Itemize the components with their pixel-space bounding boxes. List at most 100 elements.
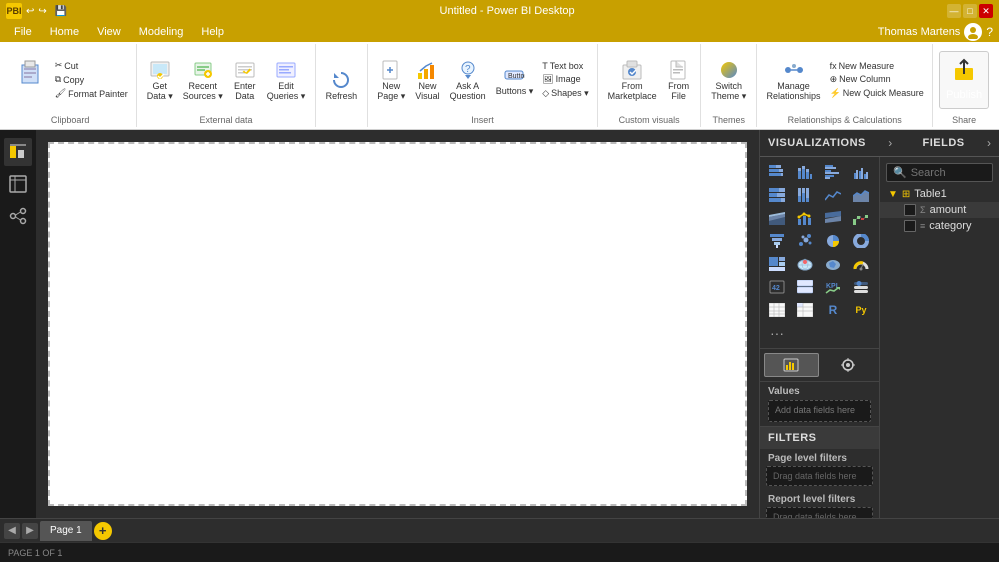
publish-button[interactable]: Publish [939,51,989,109]
viz-line-col[interactable] [792,207,818,229]
themes-label: Themes [712,115,745,125]
viz-stacked-area[interactable] [764,207,790,229]
undo-button[interactable]: ↩ [26,6,34,17]
edit-queries-button[interactable]: EditQueries ▾ [263,56,310,104]
table1-toggle[interactable]: ▼ [888,189,898,200]
viz-format-tab[interactable] [821,353,876,377]
values-drop-zone[interactable]: Add data fields here [768,400,871,422]
help-icon[interactable]: ? [986,25,993,39]
visualizations-panel: 42 KPI R Py ··· [760,157,880,518]
new-visual-button[interactable]: NewVisual [411,56,443,104]
viz-pie[interactable] [820,230,846,252]
field-category-checkbox[interactable] [904,220,916,232]
ask-a-question-label: Ask AQuestion [450,82,486,102]
publish-label: Publish [946,89,982,101]
viz-line[interactable] [820,184,846,206]
viz-filled-map[interactable] [820,253,846,275]
viz-clustered-col[interactable] [848,161,874,183]
copy-icon: ⧉ [55,74,61,85]
viz-stacked-bar[interactable] [764,161,790,183]
manage-relationships-button[interactable]: ManageRelationships [763,56,825,104]
menu-view[interactable]: View [89,24,129,40]
viz-kpi[interactable]: KPI [820,276,846,298]
ribbon-content: Paste ✂ Cut ⧉ Copy 🖌 Format Painter [0,42,999,129]
visualizations-chevron[interactable]: › [888,136,892,150]
close-button[interactable]: ✕ [979,4,993,18]
viz-fields-tab[interactable] [764,353,819,377]
app-icon: PBI [6,3,22,19]
quick-access-save[interactable]: 💾 [55,6,67,17]
viz-slicer[interactable] [848,276,874,298]
page-next-button[interactable]: ▶ [22,523,38,539]
new-quick-measure-button[interactable]: ⚡ New Quick Measure [827,87,927,100]
report-drop-zone[interactable]: Drag data fields here [766,507,873,518]
redo-button[interactable]: ↪ [38,6,46,17]
enter-data-button[interactable]: EnterData [229,56,261,104]
viz-clustered-bar[interactable] [820,161,846,183]
viz-waterfall[interactable] [848,207,874,229]
image-button[interactable]: 🖼 Image [539,73,591,86]
minimize-button[interactable]: — [947,4,961,18]
page-drop-zone[interactable]: Drag data fields here [766,466,873,486]
viz-treemap[interactable] [764,253,790,275]
buttons-button[interactable]: Button Buttons ▾ [492,61,538,99]
viz-100-stacked-col[interactable] [792,184,818,206]
model-view-icon[interactable] [4,202,32,230]
field-category-item[interactable]: ≡ category [880,218,999,234]
field-amount-checkbox[interactable] [904,204,916,216]
viz-funnel[interactable] [764,230,790,252]
report-view-icon[interactable] [4,138,32,166]
page-prev-button[interactable]: ◀ [4,523,20,539]
viz-card[interactable]: 42 [764,276,790,298]
viz-table[interactable] [764,299,790,321]
ask-a-question-button[interactable]: ? Ask AQuestion [446,56,490,104]
from-file-button[interactable]: FromFile [663,56,695,104]
viz-area[interactable] [848,184,874,206]
format-painter-button[interactable]: 🖌 Format Painter [52,87,131,100]
viz-more[interactable]: ··· [764,322,790,344]
switch-theme-button[interactable]: SwitchTheme ▾ [707,56,750,104]
get-data-button[interactable]: GetData ▾ [143,56,177,104]
viz-python[interactable]: Py [848,299,874,321]
viz-ribbon[interactable] [820,207,846,229]
viz-100-stacked-bar[interactable] [764,184,790,206]
data-view-icon[interactable] [4,170,32,198]
fields-title: FIELDS [923,137,965,149]
field-amount-item[interactable]: Σ amount [880,202,999,218]
viz-multi-row-card[interactable] [792,276,818,298]
table1-item[interactable]: ▼ ⊞ Table1 [880,186,999,202]
canvas-area[interactable] [36,130,759,518]
menu-help[interactable]: Help [193,24,232,40]
fields-chevron[interactable]: › [987,136,991,150]
cut-button[interactable]: ✂ Cut [52,59,131,72]
recent-sources-label: RecentSources ▾ [183,82,223,102]
refresh-button[interactable]: Refresh [322,66,362,104]
fields-search-bar: 🔍 [886,163,993,182]
viz-gauge[interactable] [848,253,874,275]
recent-sources-button[interactable]: RecentSources ▾ [179,56,227,104]
from-marketplace-button[interactable]: FromMarketplace [604,56,661,104]
enter-data-label: EnterData [234,82,256,102]
paste-button[interactable]: Paste [10,51,50,109]
page-1-tab[interactable]: Page 1 [40,521,92,541]
new-column-button[interactable]: ⊕ New Column [827,73,927,86]
text-box-button[interactable]: T Text box [539,60,591,72]
user-avatar[interactable] [964,23,982,41]
image-label: Image [556,74,581,84]
viz-donut[interactable] [848,230,874,252]
menu-modeling[interactable]: Modeling [131,24,192,40]
menu-file[interactable]: File [6,24,40,40]
copy-button[interactable]: ⧉ Copy [52,73,131,86]
viz-map[interactable] [792,253,818,275]
search-input[interactable] [911,167,999,179]
new-page-button[interactable]: NewPage ▾ [373,56,409,104]
menu-home[interactable]: Home [42,24,87,40]
add-page-button[interactable]: + [94,522,112,540]
viz-r[interactable]: R [820,299,846,321]
viz-scatter[interactable] [792,230,818,252]
viz-matrix[interactable] [792,299,818,321]
viz-stacked-col[interactable] [792,161,818,183]
maximize-button[interactable]: □ [963,4,977,18]
shapes-button[interactable]: ◇ Shapes ▾ [539,87,591,100]
new-measure-button[interactable]: fx New Measure [827,60,927,72]
